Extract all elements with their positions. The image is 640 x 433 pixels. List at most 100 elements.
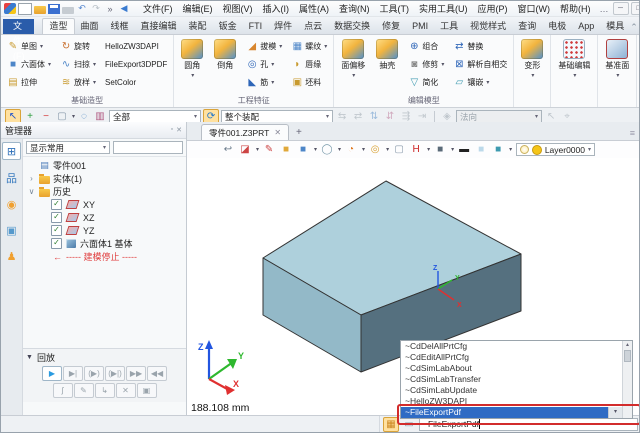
ribbon-button[interactable]: ◗唇缘 xyxy=(289,55,329,73)
ribbon-button-big[interactable]: 基础编辑▾ xyxy=(555,37,593,79)
ribbon-tab[interactable]: App xyxy=(572,19,600,34)
erase-icon[interactable]: ◪ xyxy=(238,143,252,156)
panel-close-icon[interactable]: ✕ xyxy=(176,126,182,134)
close-tab-icon[interactable]: ✕ xyxy=(274,128,281,137)
menu-item[interactable]: 视图(V) xyxy=(218,1,258,16)
view-cube-icon[interactable]: ■ xyxy=(296,143,310,156)
ribbon-tab[interactable]: 装配 xyxy=(183,19,213,34)
assembly-tab[interactable]: 品 xyxy=(3,170,20,186)
tree-item[interactable]: ✓XZ xyxy=(23,211,186,224)
ribbon-tab[interactable]: PMI xyxy=(406,19,434,34)
fast-forward-button[interactable]: ▶▶ xyxy=(126,366,146,381)
lightface-icon[interactable]: ■ xyxy=(474,143,488,156)
ribbon-button[interactable]: FileExport3DPDF xyxy=(103,55,169,73)
view-tab[interactable]: ◉ xyxy=(3,196,20,212)
visualize-tab[interactable]: ▣ xyxy=(3,222,20,238)
ribbon-collapse-icon[interactable]: ⌃ xyxy=(630,22,638,33)
ribbon-button-big[interactable]: 倒角 xyxy=(211,37,239,71)
ribbon-button[interactable]: ◙修剪▾ xyxy=(406,55,446,73)
snapshot-button[interactable]: ▣ xyxy=(137,383,157,398)
ribbon-button-big[interactable]: 变形▾ xyxy=(518,37,546,79)
play-pause-button[interactable]: (▶|) xyxy=(105,366,125,381)
ribbon-button-big[interactable]: 基准面▾ xyxy=(602,37,632,79)
toolbar-overflow-icon[interactable]: » xyxy=(104,3,116,15)
save-icon[interactable] xyxy=(48,4,60,14)
ribbon-tab[interactable]: 修复 xyxy=(376,19,406,34)
section-icon[interactable]: H xyxy=(409,143,423,156)
wireframe-globe-icon[interactable]: ◯ xyxy=(320,143,334,156)
ribbon-tab[interactable]: 焊件 xyxy=(268,19,298,34)
tree-item[interactable]: ∨历史 xyxy=(23,185,186,198)
ribbon-button[interactable]: ▣坯料 xyxy=(289,73,329,91)
command-history-item[interactable]: ~CdDelAllPrtCfg xyxy=(401,341,622,352)
sketch-edit-button[interactable]: ✎ xyxy=(74,383,94,398)
table-toggle-icon[interactable]: ▦ xyxy=(383,417,399,432)
ribbon-tab[interactable]: 造型 xyxy=(42,18,74,34)
ribbon-tab[interactable]: 钣金 xyxy=(213,19,243,34)
ribbon-button[interactable]: ◎孔▾ xyxy=(244,55,284,73)
spotlight-icon[interactable]: ◎ xyxy=(368,143,382,156)
checkbox[interactable]: ✓ xyxy=(51,225,62,236)
command-history-item[interactable]: ~CdSimLabTransfer xyxy=(401,374,622,385)
tree-item[interactable]: ✓六面体1 基体 xyxy=(23,237,186,250)
ribbon-tab[interactable]: 工具 xyxy=(434,19,464,34)
combo-arrow-icon[interactable]: ▾ xyxy=(608,407,622,418)
collapse-icon[interactable]: ◀ xyxy=(118,3,130,15)
ribbon-tab[interactable]: 数据交换 xyxy=(328,19,376,34)
document-tab[interactable]: 零件001.Z3PRT ✕ xyxy=(201,124,289,140)
checkbox[interactable]: ✓ xyxy=(51,212,62,223)
ribbon-tab[interactable]: FTI xyxy=(243,19,269,34)
ribbon-button[interactable]: ↻旋转 xyxy=(58,37,98,55)
marker-icon[interactable]: ✎ xyxy=(262,143,276,156)
gold-part-icon[interactable]: ■ xyxy=(279,143,293,156)
role-tab[interactable]: ♟ xyxy=(3,248,20,264)
menu-item[interactable]: 实用工具(U) xyxy=(414,1,473,16)
play-to-end-button[interactable]: ▶| xyxy=(63,366,83,381)
ribbon-button[interactable]: ⊠解析自相交 xyxy=(451,55,509,73)
menu-item[interactable]: 插入(I) xyxy=(258,1,295,16)
ribbon-button[interactable]: ⇄替换 xyxy=(451,37,509,55)
file-tab[interactable]: 文件(F) xyxy=(3,19,34,34)
command-history-item[interactable]: ~CdSimLabAbout xyxy=(401,363,622,374)
ribbon-button[interactable]: HelloZW3DAPI xyxy=(103,37,169,55)
command-history-item[interactable]: ~FileExportPdf▾ xyxy=(401,407,622,418)
command-input[interactable]: ~FileExportPdf xyxy=(419,418,638,431)
ribbon-button[interactable]: SetColor xyxy=(103,73,169,91)
tree-filter-select[interactable]: 显示常用 ▾ xyxy=(26,141,110,154)
tree-item[interactable]: ←----- 建模停止 ----- xyxy=(23,250,186,263)
ribbon-button[interactable]: ▦螺纹▾ xyxy=(289,37,329,55)
manager-tree-tab[interactable]: ⊞ xyxy=(2,142,21,160)
ribbon-button[interactable]: ■六面体▾ xyxy=(5,55,53,73)
print-icon[interactable] xyxy=(62,7,74,14)
command-history-item[interactable]: ~HelloZW3DAPI xyxy=(401,396,622,407)
checkbox[interactable]: ✓ xyxy=(51,199,62,210)
tree-item[interactable]: ✓XY xyxy=(23,198,186,211)
redo-icon[interactable]: ↷ xyxy=(90,3,102,15)
background-icon[interactable]: ▬ xyxy=(457,143,471,156)
menu-item[interactable]: 工具(T) xyxy=(375,1,415,16)
compass-icon[interactable]: ◔ xyxy=(344,143,358,156)
ribbon-button[interactable]: ▽简化 xyxy=(406,73,446,91)
menu-item[interactable]: 帮助(H) xyxy=(555,1,596,16)
frame-icon[interactable]: ▢ xyxy=(392,143,406,156)
ribbon-tab[interactable]: 曲面 xyxy=(75,19,105,34)
shaded-cube-icon[interactable]: ■ xyxy=(433,143,447,156)
teal-cube-icon[interactable]: ■ xyxy=(491,143,505,156)
ribbon-tab[interactable]: 模具 xyxy=(600,19,630,34)
tree-item[interactable]: ✓YZ xyxy=(23,224,186,237)
scrollbar[interactable]: ▲ xyxy=(622,341,632,418)
menu-item[interactable]: 属性(A) xyxy=(294,1,334,16)
menu-item[interactable]: 窗口(W) xyxy=(513,1,556,16)
menu-item[interactable]: 查询(N) xyxy=(334,1,375,16)
ribbon-button[interactable]: ▤拉伸 xyxy=(5,73,53,91)
ribbon-button[interactable]: ◢拔模▾ xyxy=(244,37,284,55)
tab-options-icon[interactable]: ≡ xyxy=(630,128,635,138)
curve-edit-button[interactable]: ʃ xyxy=(53,383,73,398)
ribbon-button[interactable]: ∿扫掠▾ xyxy=(58,55,98,73)
app-logo[interactable] xyxy=(4,3,16,14)
menu-item[interactable]: 文件(F) xyxy=(138,1,178,16)
ribbon-tab[interactable]: 直接编辑 xyxy=(135,19,183,34)
menu-item[interactable]: 编辑(E) xyxy=(178,1,218,16)
undo-icon[interactable]: ↶ xyxy=(76,3,88,15)
checkbox[interactable]: ✓ xyxy=(51,238,62,249)
